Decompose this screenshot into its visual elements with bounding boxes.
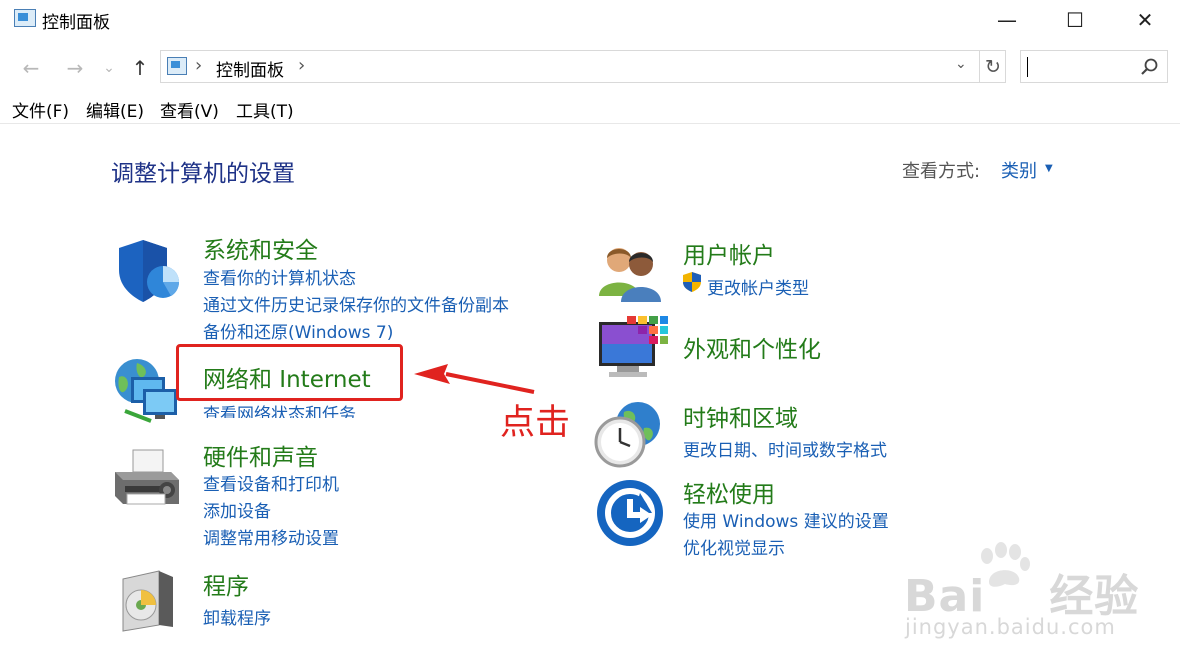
close-icon: ✕	[1136, 8, 1154, 32]
category-user-accounts[interactable]: 用户帐户	[683, 236, 775, 270]
category-ease-of-access[interactable]: 轻松使用	[683, 475, 775, 509]
watermark-url: jingyan.baidu.com	[905, 615, 1116, 639]
link-view-computer-status[interactable]: 查看你的计算机状态	[203, 264, 356, 289]
window-title: 控制面板	[42, 13, 110, 33]
up-button[interactable]: ↑	[125, 54, 155, 82]
link-devices-printers[interactable]: 查看设备和打印机	[203, 470, 339, 495]
forward-button[interactable]: →	[60, 54, 90, 82]
annotation-arrow-icon	[414, 364, 535, 394]
address-dropdown-icon[interactable]: ⌄	[955, 56, 967, 72]
forward-arrow-icon: →	[66, 56, 84, 80]
breadcrumb-separator-icon[interactable]: ›	[298, 55, 305, 76]
menu-view[interactable]: 查看(V)	[160, 97, 219, 122]
control-panel-icon	[167, 57, 187, 75]
view-by-dropdown[interactable]: 类别	[1001, 157, 1037, 183]
refresh-button[interactable]: ↻	[979, 51, 1006, 82]
menu-edit[interactable]: 编辑(E)	[86, 97, 144, 122]
breadcrumb-control-panel[interactable]: 控制面板	[216, 56, 284, 81]
page-title: 调整计算机的设置	[111, 161, 295, 187]
link-view-network-status[interactable]: 查看网络状态和任务	[203, 400, 356, 418]
appearance-icon[interactable]	[597, 314, 669, 386]
shield-icon[interactable]	[113, 236, 185, 308]
link-uninstall-program[interactable]: 卸载程序	[203, 604, 271, 629]
link-backup-restore[interactable]: 备份和还原(Windows 7)	[203, 318, 393, 343]
programs-icon[interactable]	[115, 565, 187, 637]
maximize-button[interactable]: ☐	[1052, 0, 1098, 40]
recent-locations-button[interactable]: ⌄	[98, 54, 120, 82]
chevron-down-icon: ⌄	[103, 60, 115, 76]
menu-divider	[0, 123, 1180, 124]
users-icon[interactable]	[595, 240, 667, 312]
search-icon[interactable]	[1139, 57, 1159, 77]
maximize-icon: ☐	[1066, 8, 1084, 32]
printer-icon[interactable]	[111, 444, 183, 516]
close-button[interactable]: ✕	[1122, 0, 1168, 40]
link-optimize-visual-display[interactable]: 优化视觉显示	[683, 534, 785, 559]
back-button[interactable]: ←	[16, 54, 46, 82]
ease-of-access-icon[interactable]	[596, 479, 668, 551]
link-file-history[interactable]: 通过文件历史记录保存你的文件备份副本	[203, 291, 509, 316]
category-hardware-sound[interactable]: 硬件和声音	[203, 438, 318, 472]
link-windows-recommended-settings[interactable]: 使用 Windows 建议的设置	[683, 507, 889, 532]
link-add-device[interactable]: 添加设备	[203, 497, 271, 522]
link-change-account-type[interactable]: 更改帐户类型	[707, 274, 809, 299]
control-panel-icon	[14, 9, 36, 27]
minimize-button[interactable]: —	[984, 0, 1030, 40]
menu-file[interactable]: 文件(F)	[12, 97, 69, 122]
watermark-paw-icon	[981, 542, 1030, 587]
category-clock-region[interactable]: 时钟和区域	[683, 399, 798, 433]
address-bar[interactable]: › 控制面板 › ⌄ ↻	[160, 50, 1006, 83]
breadcrumb-separator-icon: ›	[195, 55, 203, 76]
link-change-date-time-format[interactable]: 更改日期、时间或数字格式	[683, 436, 887, 461]
text-caret	[1027, 57, 1028, 77]
network-icon[interactable]	[111, 355, 183, 427]
annotation-click-text: 点击	[500, 403, 571, 443]
view-by-label: 查看方式:	[902, 161, 981, 182]
refresh-icon: ↻	[985, 55, 1001, 78]
search-input[interactable]	[1020, 50, 1168, 83]
title-bar: 控制面板 — ☐ ✕	[0, 0, 1180, 40]
up-arrow-icon: ↑	[131, 56, 149, 80]
menu-tools[interactable]: 工具(T)	[236, 97, 294, 122]
category-programs[interactable]: 程序	[203, 567, 249, 601]
minimize-icon: —	[997, 8, 1017, 32]
clock-globe-icon[interactable]	[594, 398, 666, 470]
back-arrow-icon: ←	[22, 56, 40, 80]
uac-shield-icon	[683, 272, 701, 292]
link-mobility-settings[interactable]: 调整常用移动设置	[203, 524, 339, 549]
category-system-security[interactable]: 系统和安全	[203, 231, 318, 265]
annotation-highlight-box	[176, 344, 403, 401]
dropdown-arrow-icon[interactable]: ▼	[1045, 163, 1053, 174]
category-appearance-personalization[interactable]: 外观和个性化	[683, 330, 821, 364]
